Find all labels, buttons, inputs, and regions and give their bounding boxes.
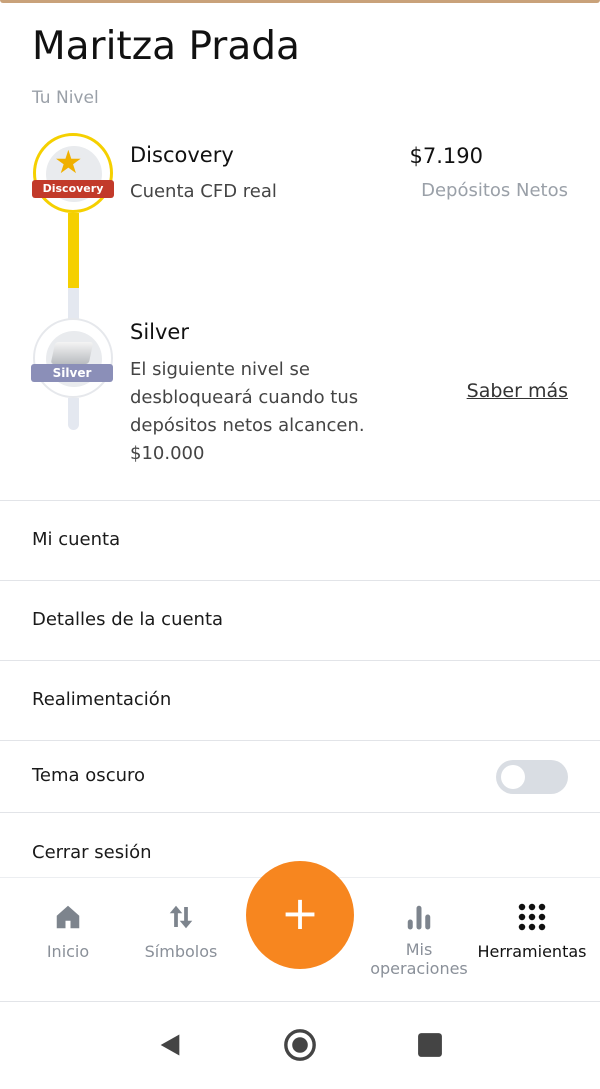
silver-bar-icon bbox=[50, 342, 94, 364]
grid-dots-icon bbox=[518, 903, 546, 931]
progress-connector-empty bbox=[68, 398, 79, 430]
star-icon: ★ bbox=[54, 143, 83, 181]
level-description-line: desbloqueará cuando tus bbox=[130, 387, 359, 408]
menu-item-label: Mi cuenta bbox=[32, 529, 121, 550]
top-accent-bar bbox=[0, 0, 600, 3]
swap-arrows-icon bbox=[169, 905, 193, 929]
back-triangle-icon[interactable] bbox=[156, 1030, 184, 1060]
nav-label: Herramientas bbox=[477, 942, 587, 961]
bar-chart-icon bbox=[407, 905, 431, 930]
level-title: Silver bbox=[130, 320, 189, 344]
badge-ribbon: Discovery bbox=[32, 180, 114, 198]
toggle-knob bbox=[501, 765, 525, 789]
user-name: Maritza Prada bbox=[32, 24, 300, 69]
nav-label-line2: operaciones bbox=[370, 959, 468, 978]
discovery-badge: ★ Discovery bbox=[32, 133, 114, 213]
menu-item-my-account[interactable]: Mi cuenta bbox=[0, 500, 600, 580]
nav-label: Símbolos bbox=[144, 942, 218, 961]
menu-item-label: Cerrar sesión bbox=[32, 842, 152, 863]
system-navigation-bar bbox=[0, 1002, 600, 1089]
nav-item-home[interactable]: Inicio bbox=[28, 902, 108, 961]
home-circle-icon[interactable] bbox=[283, 1028, 317, 1062]
level-caption: Tu Nivel bbox=[32, 88, 99, 108]
level-subtitle: Cuenta CFD real bbox=[130, 181, 277, 202]
recents-square-icon[interactable] bbox=[417, 1032, 443, 1058]
nav-label: Inicio bbox=[46, 942, 90, 961]
new-trade-button[interactable]: + bbox=[246, 861, 354, 969]
progress-connector-filled bbox=[68, 213, 79, 288]
net-deposits-amount: $7.190 bbox=[409, 144, 483, 168]
nav-item-my-trades[interactable]: Mis operaciones bbox=[362, 902, 476, 978]
menu-item-feedback[interactable]: Realimentación bbox=[0, 660, 600, 740]
silver-badge: Silver bbox=[31, 318, 113, 398]
level-title: Discovery bbox=[130, 143, 234, 167]
nav-item-tools[interactable]: Herramientas bbox=[470, 902, 594, 961]
level-description-line: $10.000 bbox=[130, 443, 205, 464]
home-icon bbox=[56, 905, 80, 929]
menu-item-label: Detalles de la cuenta bbox=[32, 609, 224, 630]
level-description-line: El siguiente nivel se bbox=[130, 359, 310, 380]
dark-theme-toggle[interactable] bbox=[496, 760, 568, 794]
menu-item-label: Realimentación bbox=[32, 689, 172, 710]
learn-more-link[interactable]: Saber más bbox=[467, 380, 568, 402]
menu-item-account-details[interactable]: Detalles de la cuenta bbox=[0, 580, 600, 660]
net-deposits-label: Depósitos Netos bbox=[421, 180, 568, 201]
menu-item-label: Tema oscuro bbox=[32, 765, 146, 786]
nav-label-line1: Mis bbox=[405, 940, 433, 959]
progress-connector-empty bbox=[68, 288, 79, 320]
menu-item-dark-theme[interactable]: Tema oscuro bbox=[0, 740, 600, 812]
badge-ribbon: Silver bbox=[31, 364, 113, 382]
nav-item-symbols[interactable]: Símbolos bbox=[138, 902, 224, 961]
level-description-line: depósitos netos alcancen. bbox=[130, 415, 365, 436]
